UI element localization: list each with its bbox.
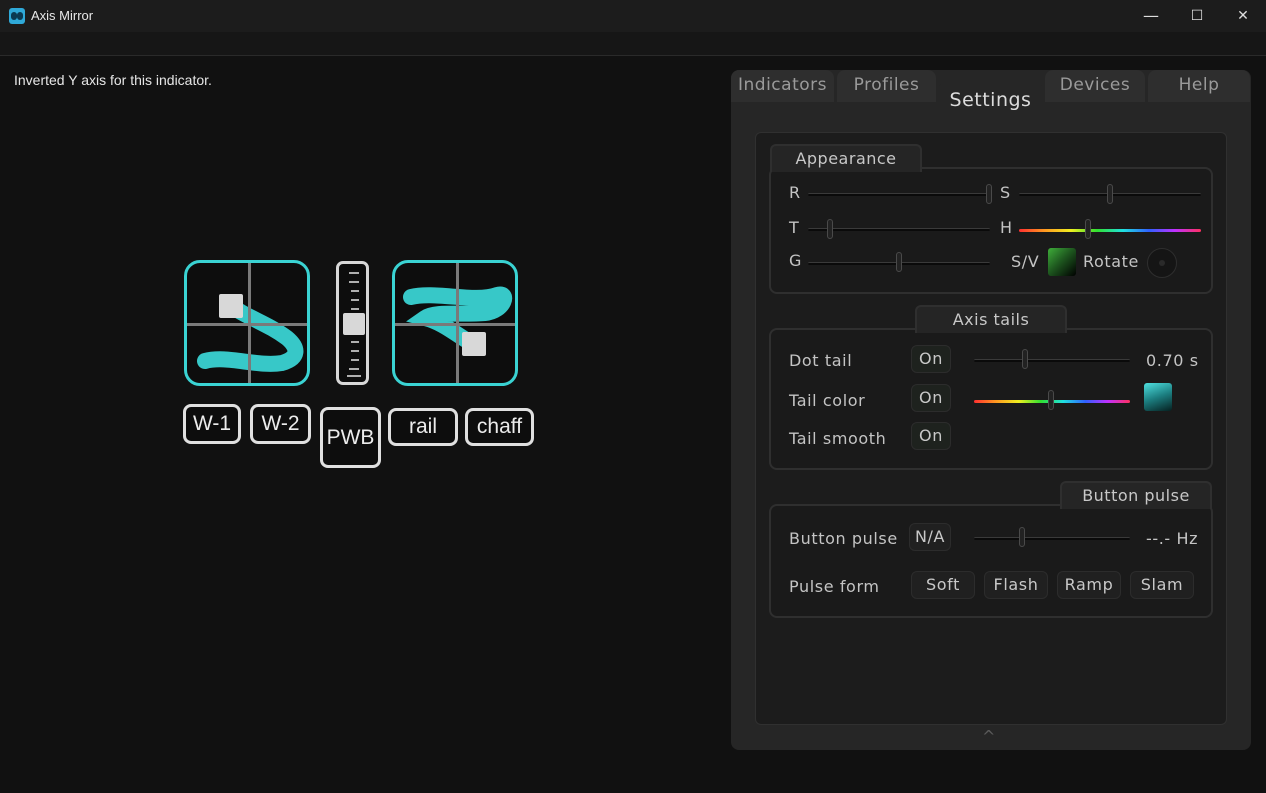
slider-tick (351, 308, 359, 310)
tail-color-toggle[interactable]: On (911, 384, 951, 412)
collapse-chevron-icon[interactable]: ^ (982, 727, 995, 746)
hue-slider-track[interactable] (1019, 229, 1201, 232)
button-pulse-group (769, 504, 1213, 618)
r-label: R (789, 183, 801, 202)
window-title: Axis Mirror (31, 8, 94, 23)
tab-devices[interactable]: Devices (1045, 70, 1145, 102)
slider-tick (351, 290, 359, 292)
r-slider-track[interactable] (808, 193, 990, 196)
rotate-label: Rotate (1083, 252, 1139, 271)
tab-settings[interactable]: Settings (938, 82, 1043, 130)
button-pulse-group-title: Button pulse (1060, 481, 1212, 509)
button-indicator-rail[interactable]: rail (388, 408, 458, 446)
g-label: G (789, 251, 802, 270)
app-logo-icon (9, 8, 25, 24)
h-label: H (1000, 218, 1013, 237)
slider-tick (349, 281, 359, 283)
dot-tail-value: 0.70 s (1146, 351, 1199, 370)
status-message: Inverted Y axis for this indicator. (14, 72, 212, 88)
sv-color-picker[interactable] (1048, 248, 1076, 276)
button-indicator-pwb[interactable]: PWB (320, 407, 381, 468)
tail-color-label: Tail color (789, 391, 866, 410)
left-stick-horizontal-axis (187, 323, 307, 326)
tail-smooth-toggle[interactable]: On (911, 422, 951, 450)
hue-slider-thumb[interactable] (1085, 219, 1091, 239)
button-indicator-chaff[interactable]: chaff (465, 408, 534, 446)
button-pulse-slider-track[interactable] (974, 537, 1130, 540)
button-indicator-w2[interactable]: W-2 (250, 404, 311, 444)
tail-smooth-label: Tail smooth (789, 429, 887, 448)
tail-color-slider-thumb[interactable] (1048, 390, 1054, 410)
throttle-slider-indicator[interactable] (336, 261, 369, 385)
title-bar: Axis Mirror — ☐ ✕ (0, 0, 1266, 32)
right-stick-indicator[interactable] (392, 260, 518, 386)
dot-tail-slider-thumb[interactable] (1022, 349, 1028, 369)
appearance-group-title: Appearance (770, 144, 922, 172)
tab-profiles[interactable]: Profiles (837, 70, 936, 102)
close-button[interactable]: ✕ (1220, 0, 1266, 32)
t-slider-track[interactable] (808, 228, 990, 231)
button-pulse-toggle[interactable]: N/A (909, 523, 951, 551)
g-slider-thumb[interactable] (896, 252, 902, 272)
maximize-button[interactable]: ☐ (1174, 0, 1220, 32)
slider-tick (349, 272, 359, 274)
right-stick-position-dot (462, 332, 486, 356)
slider-tick (347, 375, 361, 377)
rotate-knob[interactable] (1147, 248, 1177, 278)
button-indicator-w1[interactable]: W-1 (183, 404, 241, 444)
t-label: T (789, 218, 800, 237)
slider-tick (351, 341, 359, 343)
slider-tick (351, 359, 359, 361)
r-slider-thumb[interactable] (986, 184, 992, 204)
tab-help[interactable]: Help (1148, 70, 1250, 102)
tab-indicators[interactable]: Indicators (731, 70, 834, 102)
button-pulse-label: Button pulse (789, 529, 898, 548)
pulse-form-soft-button[interactable]: Soft (911, 571, 975, 599)
axis-tails-group-title: Axis tails (915, 305, 1067, 333)
s-slider-thumb[interactable] (1107, 184, 1113, 204)
minimize-button[interactable]: — (1128, 0, 1174, 32)
slider-tick (351, 350, 359, 352)
dot-tail-label: Dot tail (789, 351, 853, 370)
left-stick-position-dot (219, 294, 243, 318)
button-pulse-slider-thumb[interactable] (1019, 527, 1025, 547)
button-pulse-value: --.- Hz (1146, 529, 1199, 548)
menu-bar (0, 32, 1266, 56)
dot-tail-slider-track[interactable] (974, 359, 1130, 362)
t-slider-thumb[interactable] (827, 219, 833, 239)
pulse-form-ramp-button[interactable]: Ramp (1057, 571, 1121, 599)
pulse-form-slam-button[interactable]: Slam (1130, 571, 1194, 599)
slider-tick (351, 299, 359, 301)
dot-tail-toggle[interactable]: On (911, 345, 951, 373)
s-label: S (1000, 183, 1011, 202)
tail-color-swatch[interactable] (1144, 383, 1172, 411)
left-stick-indicator[interactable] (184, 260, 310, 386)
sv-label: S/V (1011, 252, 1040, 271)
right-stick-horizontal-axis (395, 323, 515, 326)
pulse-form-flash-button[interactable]: Flash (984, 571, 1048, 599)
slider-knob (343, 313, 365, 335)
slider-tick (349, 368, 359, 370)
pulse-form-label: Pulse form (789, 577, 880, 596)
